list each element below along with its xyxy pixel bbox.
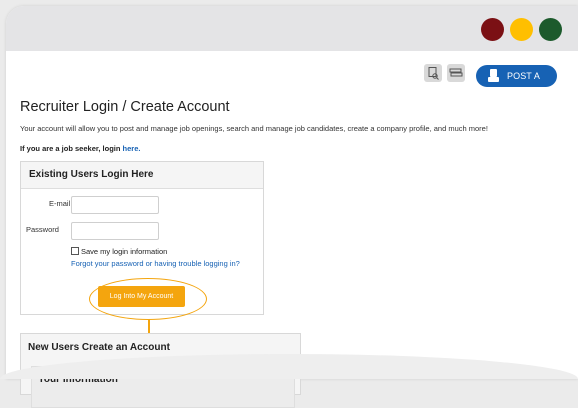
log-in-button[interactable]: Log Into My Account [98, 286, 185, 307]
save-login-checkbox[interactable] [71, 247, 79, 255]
save-login-label: Save my login information [81, 247, 168, 256]
maximize-window-dot[interactable] [539, 18, 562, 41]
existing-users-panel: Existing Users Login Here E-mail Passwor… [20, 161, 264, 320]
job-seeker-prompt: If you are a job seeker, login here. [20, 144, 140, 153]
password-label: Password [26, 225, 59, 234]
existing-users-header: Existing Users Login Here [21, 162, 263, 189]
page-title: Recruiter Login / Create Account [20, 99, 230, 115]
new-users-header: New Users Create an Account [28, 342, 170, 353]
forgot-password-link[interactable]: Forgot your password or having trouble l… [71, 259, 240, 268]
password-field[interactable] [71, 222, 159, 240]
email-field[interactable] [71, 196, 159, 214]
save-login-option[interactable]: Save my login information [71, 247, 167, 256]
email-label: E-mail [49, 199, 71, 208]
minimize-window-dot[interactable] [510, 18, 533, 41]
job-seeker-text: If you are a job seeker, login [20, 144, 123, 153]
money-stack-icon[interactable] [447, 64, 465, 82]
window-title-bar [6, 6, 578, 51]
post-a-job-label: POST A JOB [507, 71, 540, 103]
page-description: Your account will allow you to post and … [20, 124, 488, 133]
document-search-icon[interactable] [424, 64, 442, 82]
close-window-dot[interactable] [481, 18, 504, 41]
briefcase-icon [487, 68, 500, 83]
job-seeker-login-link[interactable]: here. [123, 144, 141, 153]
post-a-job-button[interactable]: POST A JOB [476, 65, 557, 103]
